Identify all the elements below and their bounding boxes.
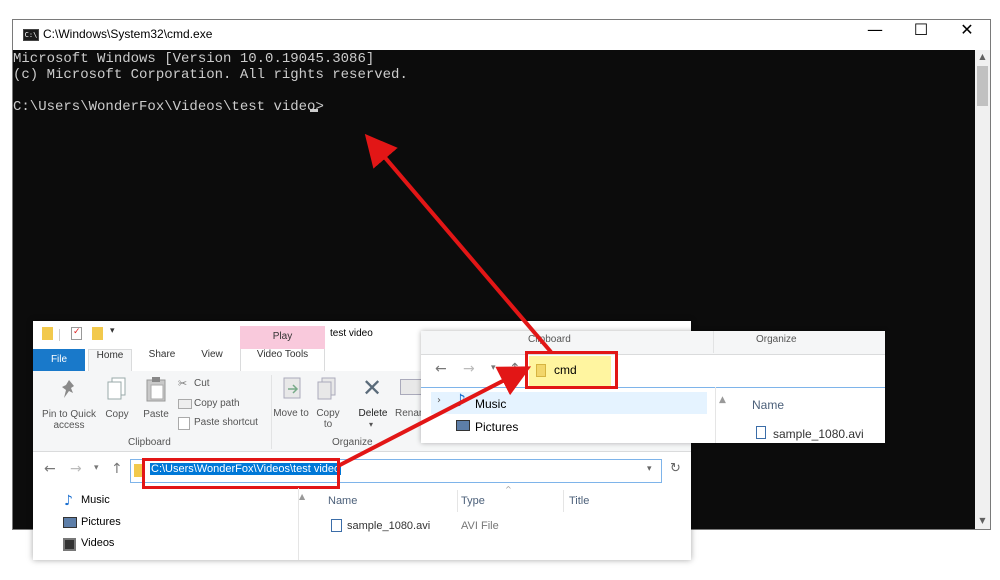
annotation-arrows xyxy=(337,133,553,468)
arrow-to-cmd-window xyxy=(364,133,553,354)
arrow-to-address-box xyxy=(337,366,532,468)
